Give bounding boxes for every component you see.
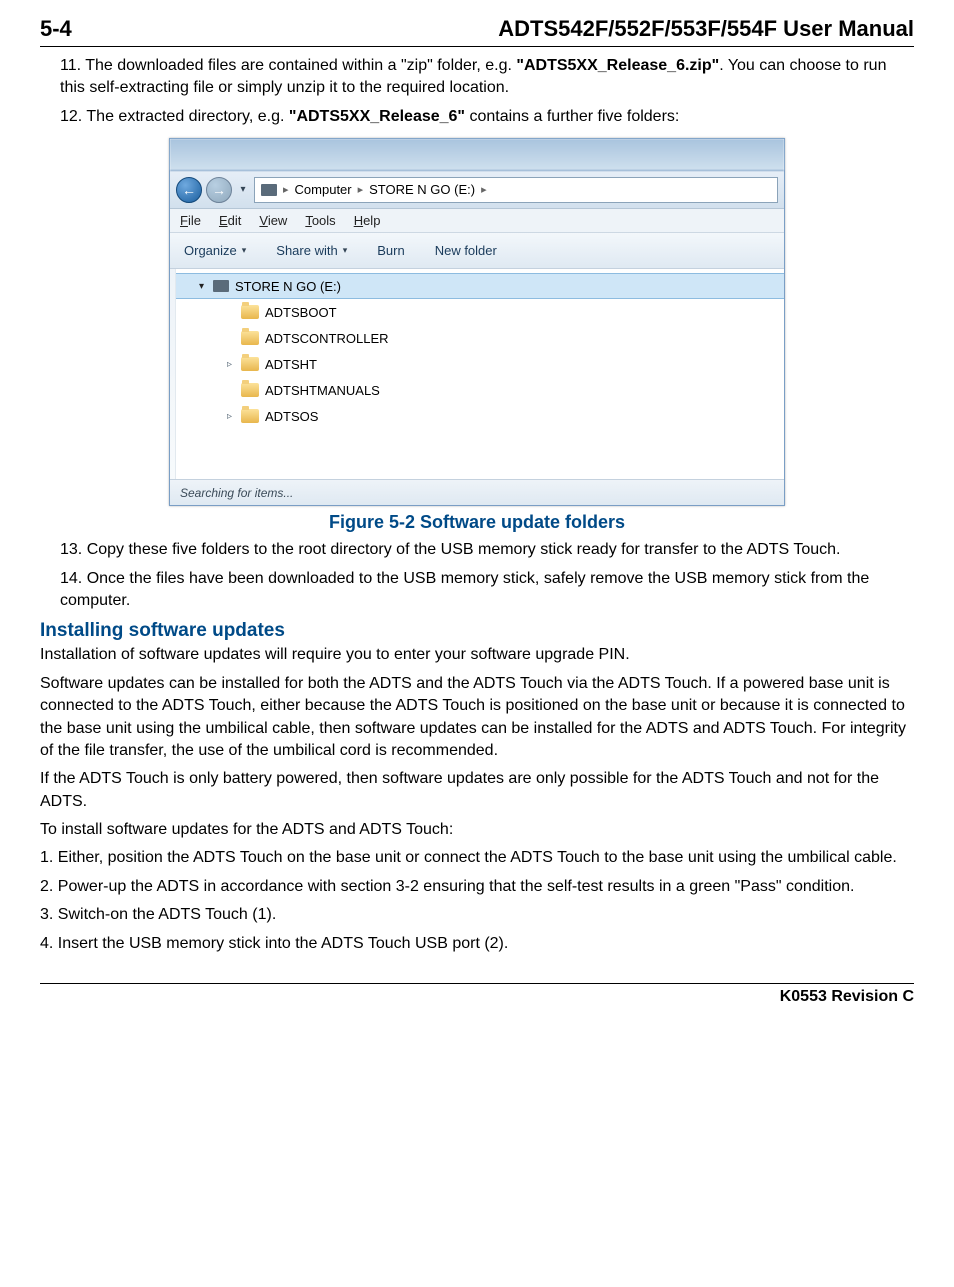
arrow-right-icon: → bbox=[212, 182, 226, 198]
breadcrumb-sep-icon: ▸ bbox=[283, 183, 289, 196]
drive-icon bbox=[213, 280, 229, 292]
tree-root-drive[interactable]: ▾ STORE N GO (E:) bbox=[176, 273, 784, 299]
install-para-1: Installation of software updates will re… bbox=[40, 644, 914, 666]
drive-icon bbox=[261, 184, 277, 196]
menu-help[interactable]: Help bbox=[354, 213, 381, 228]
breadcrumb-drive[interactable]: STORE N GO (E:) bbox=[369, 182, 475, 197]
explorer-titlebar-blur bbox=[170, 139, 784, 171]
explorer-tree: ▾ STORE N GO (E:) ADTSBOOT ADTSCONTROLLE… bbox=[176, 269, 784, 479]
new-folder-button[interactable]: New folder bbox=[435, 243, 497, 258]
folder-label: ADTSHT bbox=[265, 357, 317, 372]
step-11-bold: "ADTS5XX_Release_6.zip" bbox=[516, 57, 719, 74]
folder-label: ADTSOS bbox=[265, 409, 318, 424]
folder-icon bbox=[241, 331, 259, 345]
install-para-2: Software updates can be installed for bo… bbox=[40, 673, 914, 763]
manual-title: ADTS542F/552F/553F/554F User Manual bbox=[498, 16, 914, 42]
folder-label: ADTSHTMANUALS bbox=[265, 383, 380, 398]
forward-button[interactable]: → bbox=[206, 177, 232, 203]
explorer-statusbar: Searching for items... bbox=[170, 479, 784, 505]
step-13: 13. Copy these five folders to the root … bbox=[40, 539, 914, 561]
heading-installing-updates: Installing software updates bbox=[40, 620, 914, 642]
figure-5-2: ← → ▾ ▸ Computer ▸ STORE N GO (E:) ▸ Fil… bbox=[40, 138, 914, 506]
tree-folder-adtscontroller[interactable]: ADTSCONTROLLER bbox=[176, 325, 784, 351]
breadcrumb-sep-icon: ▸ bbox=[358, 183, 364, 196]
menu-file[interactable]: File bbox=[180, 213, 201, 228]
folder-label: ADTSCONTROLLER bbox=[265, 331, 389, 346]
folder-icon bbox=[241, 357, 259, 371]
share-with-button[interactable]: Share with▾ bbox=[276, 243, 347, 258]
folder-icon bbox=[241, 383, 259, 397]
install-step-3: 3. Switch-on the ADTS Touch (1). bbox=[40, 904, 914, 926]
address-box[interactable]: ▸ Computer ▸ STORE N GO (E:) ▸ bbox=[254, 177, 778, 203]
chevron-down-icon: ▾ bbox=[343, 245, 348, 256]
back-button[interactable]: ← bbox=[176, 177, 202, 203]
step-11: 11. The downloaded files are contained w… bbox=[40, 55, 914, 100]
chevron-down-icon: ▾ bbox=[242, 245, 247, 256]
tree-folder-adtsos[interactable]: ▹ ADTSOS bbox=[176, 403, 784, 429]
explorer-menubar: File Edit View Tools Help bbox=[170, 209, 784, 233]
tree-expand-icon[interactable]: ▹ bbox=[224, 359, 235, 370]
figure-caption: Figure 5-2 Software update folders bbox=[40, 512, 914, 533]
explorer-body: ▾ STORE N GO (E:) ADTSBOOT ADTSCONTROLLE… bbox=[170, 269, 784, 479]
install-step-4: 4. Insert the USB memory stick into the … bbox=[40, 933, 914, 955]
explorer-window: ← → ▾ ▸ Computer ▸ STORE N GO (E:) ▸ Fil… bbox=[169, 138, 785, 506]
tree-expand-icon[interactable]: ▹ bbox=[224, 411, 235, 422]
page-footer: K0553 Revision C bbox=[40, 983, 914, 1006]
step-11-text-a: 11. The downloaded files are contained w… bbox=[60, 57, 516, 74]
tree-collapse-icon[interactable]: ▾ bbox=[196, 281, 207, 292]
install-step-1: 1. Either, position the ADTS Touch on th… bbox=[40, 847, 914, 869]
step-12-text-a: 12. The extracted directory, e.g. bbox=[60, 108, 289, 125]
burn-button[interactable]: Burn bbox=[377, 243, 404, 258]
tree-folder-adtsht[interactable]: ▹ ADTSHT bbox=[176, 351, 784, 377]
folder-label: ADTSBOOT bbox=[265, 305, 337, 320]
folder-icon bbox=[241, 305, 259, 319]
install-step-2: 2. Power-up the ADTS in accordance with … bbox=[40, 876, 914, 898]
install-para-4: To install software updates for the ADTS… bbox=[40, 819, 914, 841]
page-number: 5-4 bbox=[40, 16, 72, 42]
explorer-address-bar: ← → ▾ ▸ Computer ▸ STORE N GO (E:) ▸ bbox=[170, 171, 784, 209]
tree-root-label: STORE N GO (E:) bbox=[235, 279, 341, 294]
page-header: 5-4 ADTS542F/552F/553F/554F User Manual bbox=[40, 16, 914, 47]
step-12-bold: "ADTS5XX_Release_6" bbox=[289, 108, 465, 125]
breadcrumb-sep-icon: ▸ bbox=[481, 183, 487, 196]
install-para-3: If the ADTS Touch is only battery powere… bbox=[40, 768, 914, 813]
arrow-left-icon: ← bbox=[182, 182, 196, 198]
menu-view[interactable]: View bbox=[259, 213, 287, 228]
organize-button[interactable]: Organize▾ bbox=[184, 243, 246, 258]
breadcrumb-computer[interactable]: Computer bbox=[295, 182, 352, 197]
explorer-toolbar: Organize▾ Share with▾ Burn New folder bbox=[170, 233, 784, 269]
step-12: 12. The extracted directory, e.g. "ADTS5… bbox=[40, 106, 914, 128]
folder-icon bbox=[241, 409, 259, 423]
tree-folder-adtsboot[interactable]: ADTSBOOT bbox=[176, 299, 784, 325]
menu-edit[interactable]: Edit bbox=[219, 213, 241, 228]
nav-history-dropdown[interactable]: ▾ bbox=[236, 184, 250, 195]
menu-tools[interactable]: Tools bbox=[305, 213, 335, 228]
step-12-text-b: contains a further five folders: bbox=[465, 108, 679, 125]
step-14: 14. Once the files have been downloaded … bbox=[40, 568, 914, 613]
tree-folder-adtshtmanuals[interactable]: ADTSHTMANUALS bbox=[176, 377, 784, 403]
